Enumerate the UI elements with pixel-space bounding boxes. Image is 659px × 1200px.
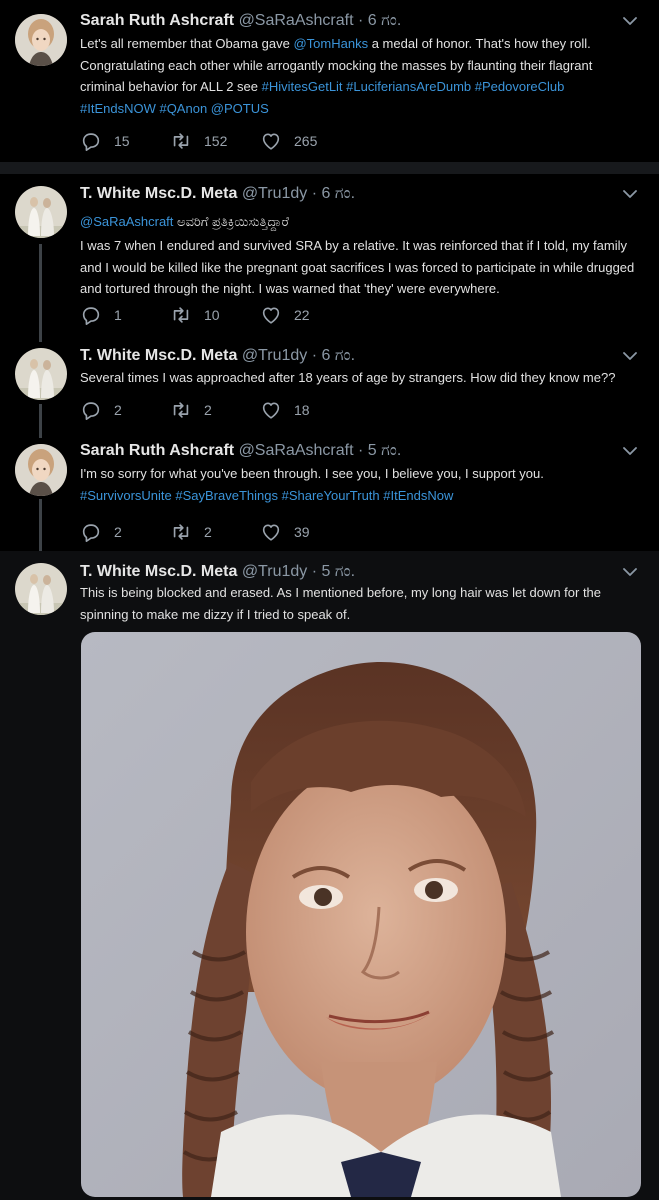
reply-count: 2: [114, 524, 122, 540]
chevron-down-icon[interactable]: [621, 347, 639, 365]
reply-icon: [80, 521, 102, 543]
tweet-2[interactable]: T. White Msc.D. Meta @Tru1dy · 6 ಗಂ. @Sa…: [0, 176, 659, 341]
retweet-count: 10: [204, 307, 220, 323]
timestamp[interactable]: 6 ಗಂ.: [322, 347, 356, 364]
separator-dot: ·: [311, 347, 318, 364]
avatar[interactable]: [15, 563, 67, 615]
avatar-image: [15, 348, 67, 400]
avatar-image: [15, 444, 67, 496]
avatar-image: [15, 186, 67, 238]
section-separator: [0, 162, 659, 174]
retweet-button[interactable]: 10: [170, 303, 220, 327]
separator-dot: ·: [357, 12, 364, 29]
mention-link[interactable]: @TomHanks: [293, 36, 368, 51]
replying-to: @SaRaAshcraft ಅವರಿಗೆ ಪ್ರತಿಕ್ರಿಯಿಸುತ್ತಿದ್…: [80, 211, 637, 233]
tweet-photo[interactable]: [81, 632, 641, 1197]
tweet-text: I was 7 when I endured and survived SRA …: [80, 238, 635, 296]
reply-icon: [80, 304, 102, 326]
reply-button[interactable]: 15: [80, 129, 130, 153]
tweet-text: Several times I was approached after 18 …: [80, 370, 616, 385]
reply-count: 1: [114, 307, 122, 323]
like-button[interactable]: 22: [260, 303, 310, 327]
tweet-4[interactable]: Sarah Ruth Ashcraft @SaRaAshcraft · 5 ಗಂ…: [0, 438, 659, 548]
reply-icon: [80, 399, 102, 421]
reply-to-suffix: ಅವರಿಗೆ ಪ್ರತಿಕ್ರಿಯಿಸುತ್ತಿದ್ದಾರೆ: [173, 214, 289, 229]
like-button[interactable]: 265: [260, 129, 317, 153]
timestamp[interactable]: 6 ಗಂ.: [322, 185, 356, 202]
display-name[interactable]: T. White Msc.D. Meta: [80, 185, 237, 202]
chevron-down-icon[interactable]: [621, 185, 639, 203]
retweet-button[interactable]: 152: [170, 129, 227, 153]
like-icon: [260, 399, 282, 421]
retweet-button[interactable]: 2: [170, 398, 212, 422]
user-handle[interactable]: @SaRaAshcraft: [239, 442, 354, 459]
portrait-photo: [81, 632, 641, 1197]
chevron-down-icon[interactable]: [621, 442, 639, 460]
reply-count: 15: [114, 133, 130, 149]
tweet-1[interactable]: Sarah Ruth Ashcraft @SaRaAshcraft · 6 ಗಂ…: [0, 0, 659, 160]
retweet-icon: [170, 399, 192, 421]
retweet-count: 2: [204, 402, 212, 418]
avatar-image: [15, 14, 67, 66]
reply-icon: [80, 130, 102, 152]
user-handle[interactable]: @Tru1dy: [242, 185, 307, 202]
display-name[interactable]: T. White Msc.D. Meta: [80, 563, 237, 580]
reply-count: 2: [114, 402, 122, 418]
like-count: 265: [294, 133, 318, 149]
user-handle[interactable]: @Tru1dy: [242, 563, 307, 580]
tweet-text: I'm so sorry for what you've been throug…: [80, 463, 637, 506]
like-button[interactable]: 39: [260, 520, 310, 544]
text-segment: I'm so sorry for what you've been throug…: [80, 466, 544, 481]
avatar[interactable]: [15, 348, 67, 400]
like-count: 18: [294, 402, 310, 418]
retweet-count: 2: [204, 524, 212, 540]
avatar[interactable]: [15, 14, 67, 66]
hashtag-links[interactable]: #SurvivorsUnite #SayBraveThings #ShareYo…: [80, 488, 453, 503]
display-name[interactable]: Sarah Ruth Ashcraft: [80, 442, 234, 459]
like-button[interactable]: 18: [260, 398, 310, 422]
user-handle[interactable]: @SaRaAshcraft: [239, 12, 354, 29]
timestamp[interactable]: 5 ಗಂ.: [322, 563, 356, 580]
tweet-text: This is being blocked and erased. As I m…: [80, 585, 602, 622]
display-name[interactable]: Sarah Ruth Ashcraft: [80, 12, 234, 29]
like-icon: [260, 304, 282, 326]
retweet-icon: [170, 521, 192, 543]
separator-dot: ·: [311, 185, 318, 202]
separator-dot: ·: [311, 563, 318, 580]
reply-button[interactable]: 2: [80, 520, 122, 544]
retweet-count: 152: [204, 133, 228, 149]
chevron-down-icon[interactable]: [621, 563, 639, 581]
tweet-text: Let's all remember that Obama gave @TomH…: [80, 33, 637, 119]
reply-button[interactable]: 1: [80, 303, 122, 327]
retweet-button[interactable]: 2: [170, 520, 212, 544]
text-segment: Let's all remember that Obama gave: [80, 36, 294, 51]
reply-to-link[interactable]: @SaRaAshcraft: [80, 214, 173, 229]
avatar[interactable]: [15, 444, 67, 496]
avatar-image: [15, 563, 67, 615]
retweet-icon: [170, 304, 192, 326]
chevron-down-icon[interactable]: [621, 12, 639, 30]
timestamp[interactable]: 5 ಗಂ.: [368, 442, 402, 459]
reply-button[interactable]: 2: [80, 398, 122, 422]
tweet-3[interactable]: T. White Msc.D. Meta @Tru1dy · 6 ಗಂ. Sev…: [0, 342, 659, 438]
user-handle[interactable]: @Tru1dy: [242, 347, 307, 364]
separator-dot: ·: [357, 442, 364, 459]
like-icon: [260, 130, 282, 152]
like-count: 22: [294, 307, 310, 323]
retweet-icon: [170, 130, 192, 152]
like-count: 39: [294, 524, 310, 540]
timestamp[interactable]: 6 ಗಂ.: [368, 12, 402, 29]
like-icon: [260, 521, 282, 543]
display-name[interactable]: T. White Msc.D. Meta: [80, 347, 237, 364]
avatar[interactable]: [15, 186, 67, 238]
